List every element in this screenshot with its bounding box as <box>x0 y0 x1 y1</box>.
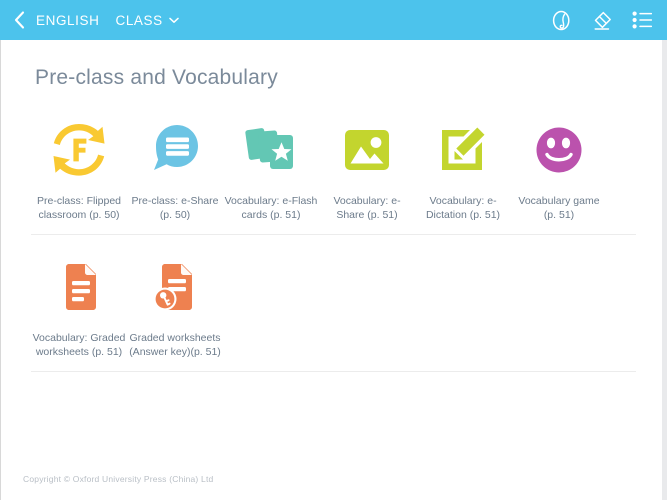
page-title: Pre-class and Vocabulary <box>35 66 278 89</box>
content-scroll-area[interactable]: Pre-class and Vocabulary Pre-class: Flip… <box>0 40 667 500</box>
image-share-icon <box>331 114 403 186</box>
tile-vocabulary-game[interactable]: Vocabulary game (p. 51) <box>511 108 607 222</box>
tile-label: Graded worksheets (Answer key)(p. 51) <box>129 332 221 358</box>
edit-square-icon <box>427 114 499 186</box>
tile-label: Vocabulary: Graded worksheets (p. 51) <box>32 332 126 358</box>
tile-graded-worksheets[interactable]: Vocabulary: Graded worksheets (p. 51) <box>31 245 127 359</box>
page-subject-title: ENGLISH <box>36 12 100 28</box>
annotate-pen-icon[interactable] <box>551 8 573 32</box>
tile-label: Vocabulary: e-Share (p. 51) <box>333 195 401 221</box>
list-menu-icon[interactable] <box>631 8 653 32</box>
right-edge-strip <box>662 40 667 500</box>
document-icon <box>43 251 115 323</box>
class-selector-label: CLASS <box>115 12 163 28</box>
tile-label: Vocabulary game (p. 51) <box>518 195 600 221</box>
app-window: ENGLISH CLASS Pre-class and Vocabulary P… <box>0 0 667 500</box>
tile-label: Vocabulary: e-Flash cards (p. 51) <box>224 195 318 221</box>
flipped-classroom-icon <box>43 114 115 186</box>
tile-vocab-eshare[interactable]: Vocabulary: e-Share (p. 51) <box>319 108 415 222</box>
tile-row: Pre-class: Flipped classroom (p. 50) Pre… <box>31 108 636 235</box>
tile-graded-worksheets-answer-key[interactable]: Graded worksheets (Answer key)(p. 51) <box>127 245 223 359</box>
content-panel: Pre-class and Vocabulary Pre-class: Flip… <box>1 40 666 500</box>
class-selector[interactable]: CLASS <box>115 11 179 29</box>
speech-bubble-icon <box>139 114 211 186</box>
smiley-face-icon <box>523 114 595 186</box>
chevron-down-icon <box>169 11 179 29</box>
copyright-text: Copyright © Oxford University Press (Chi… <box>23 474 214 484</box>
tile-eflash-cards[interactable]: Vocabulary: e-Flash cards (p. 51) <box>223 108 319 222</box>
document-key-icon <box>139 251 211 323</box>
tile-label: Pre-class: e-Share (p. 50) <box>131 195 219 221</box>
eraser-icon[interactable] <box>591 8 613 32</box>
page-footer: Copyright © Oxford University Press (Chi… <box>1 458 666 500</box>
app-header: ENGLISH CLASS <box>0 0 667 40</box>
flash-cards-icon <box>235 114 307 186</box>
header-icon-group <box>551 8 653 32</box>
tile-label: Vocabulary: e-Dictation (p. 51) <box>425 195 501 221</box>
chevron-left-icon <box>14 11 25 29</box>
tile-row: Vocabulary: Graded worksheets (p. 51) Gr… <box>31 245 636 372</box>
tile-flipped-classroom[interactable]: Pre-class: Flipped classroom (p. 50) <box>31 108 127 222</box>
tile-preclass-eshare[interactable]: Pre-class: e-Share (p. 50) <box>127 108 223 222</box>
back-button[interactable] <box>8 5 30 35</box>
tile-edictation[interactable]: Vocabulary: e-Dictation (p. 51) <box>415 108 511 222</box>
tile-label: Pre-class: Flipped classroom (p. 50) <box>36 195 122 221</box>
